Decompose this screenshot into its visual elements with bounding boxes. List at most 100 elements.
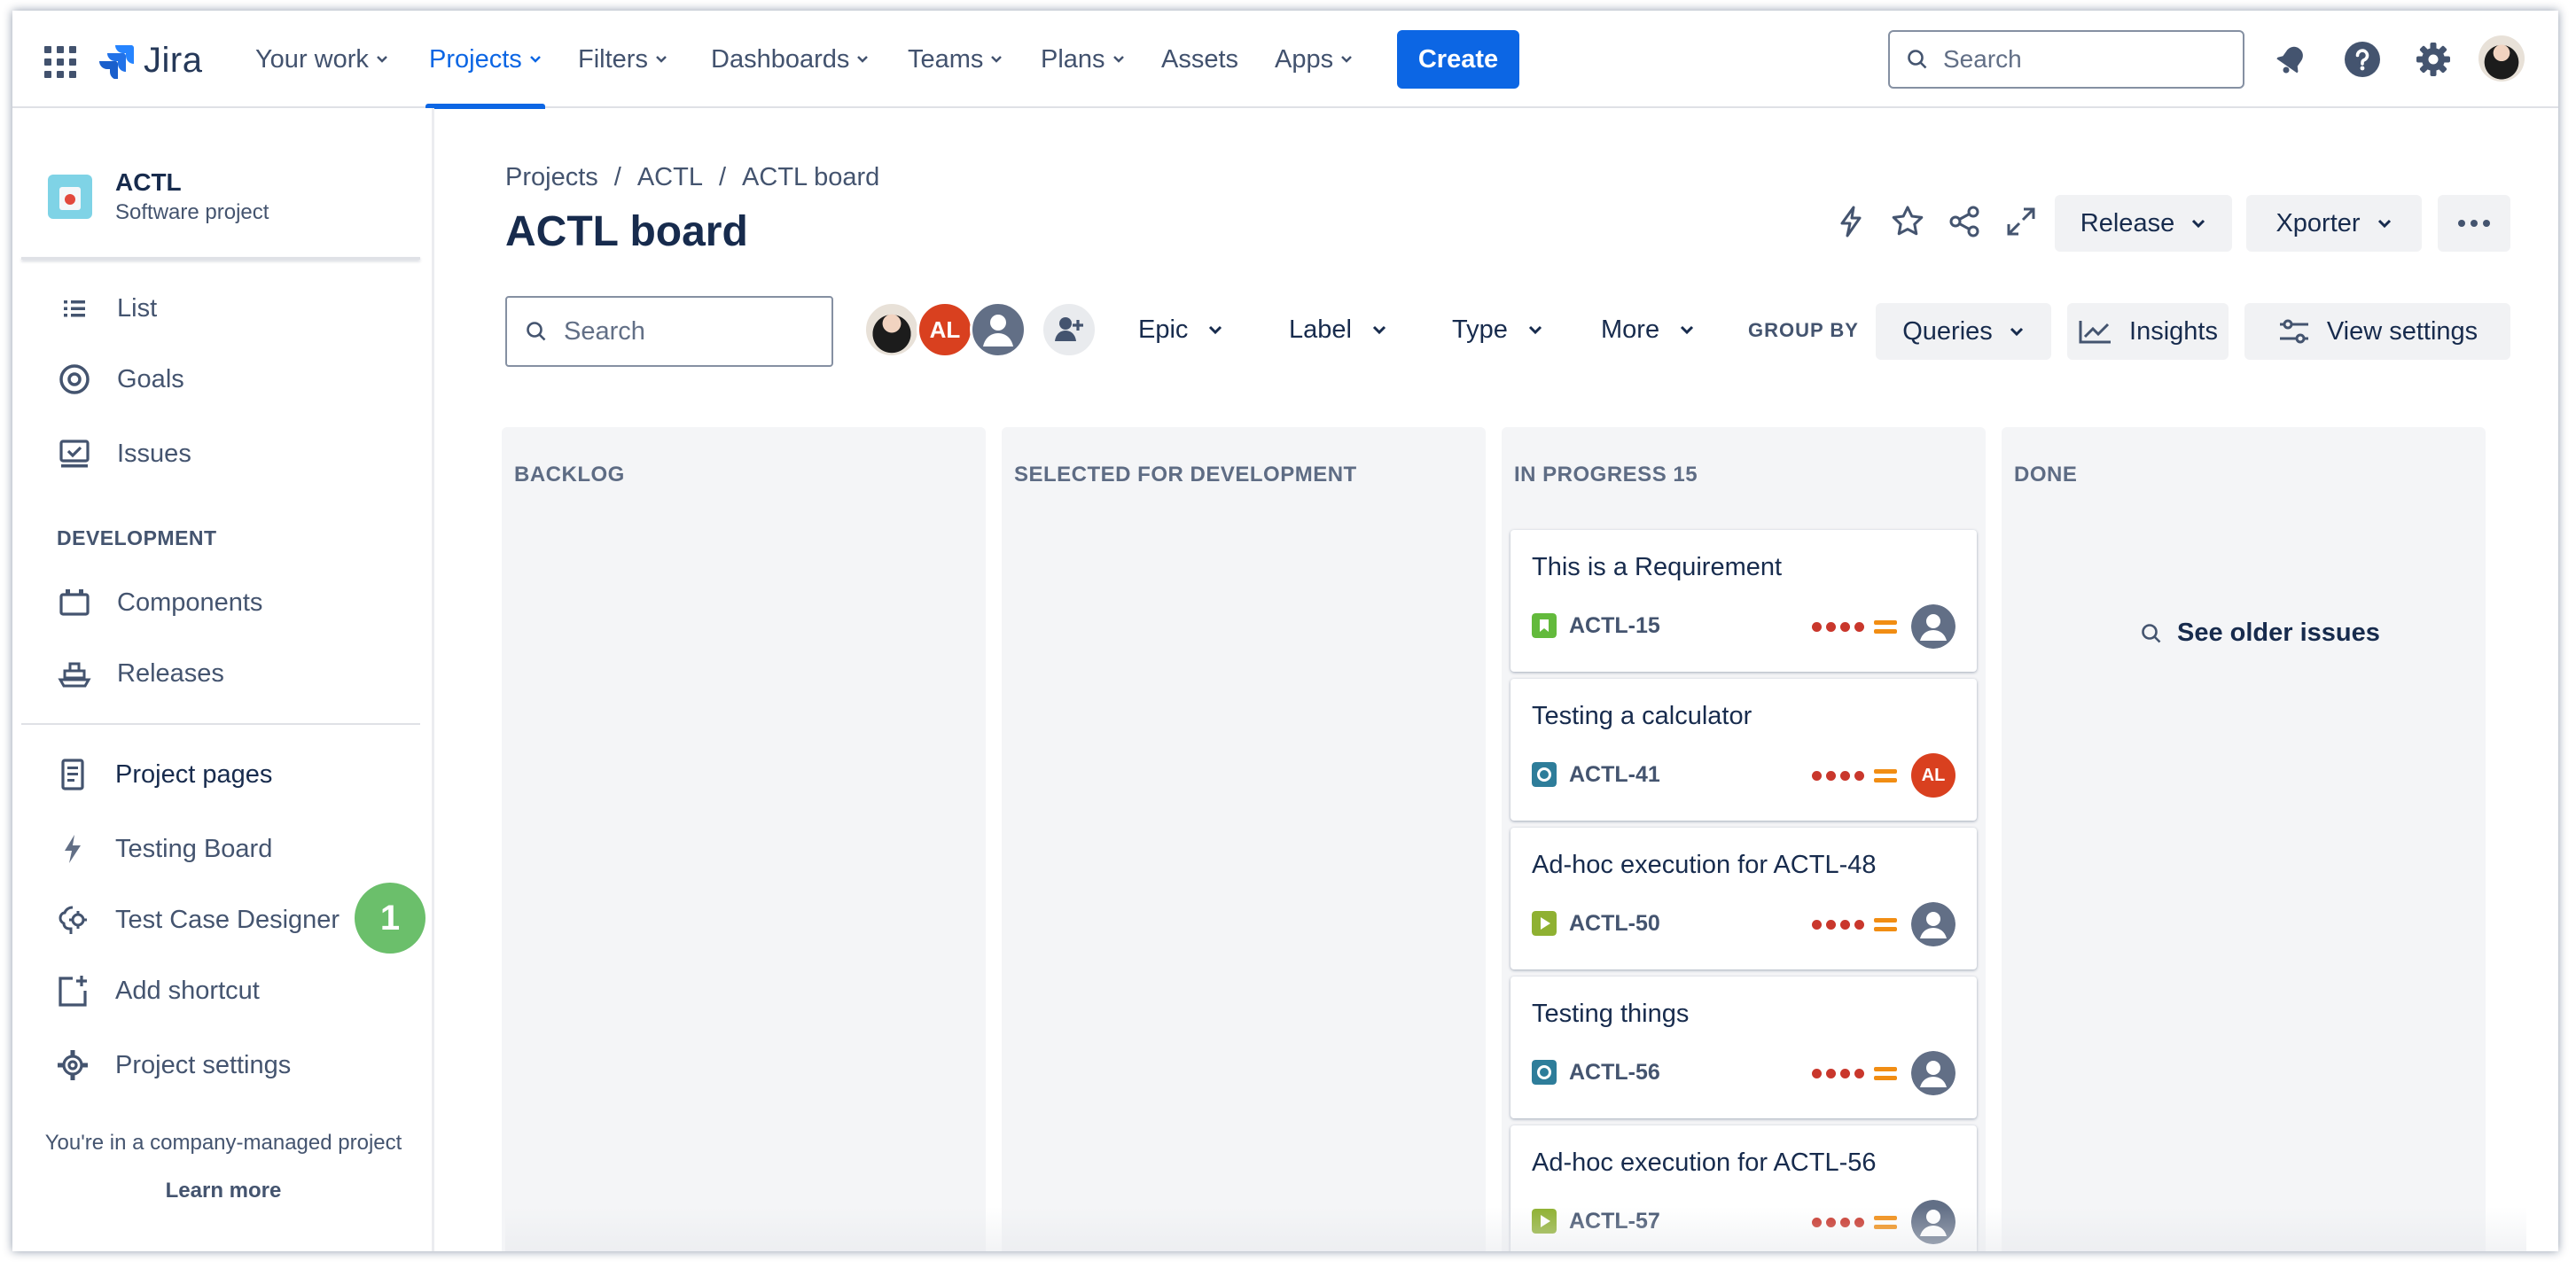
user-avatar[interactable] — [2478, 35, 2525, 82]
label-filter[interactable]: Label — [1289, 307, 1387, 353]
filter-label: Type — [1452, 315, 1508, 344]
nav-label: Filters — [578, 44, 648, 74]
avatar-filter-unassigned[interactable] — [970, 301, 1026, 358]
issue-key-row: ACTL-50 — [1532, 909, 1660, 938]
story-bookmark-icon — [1532, 613, 1557, 638]
board-search-input[interactable]: Search — [505, 296, 833, 367]
view-settings-label: View settings — [2326, 316, 2478, 346]
breadcrumb-actl[interactable]: ACTL — [637, 163, 703, 192]
nav-apps[interactable]: Apps — [1275, 11, 1353, 108]
nav-plans[interactable]: Plans — [1041, 11, 1125, 108]
breadcrumb-separator: / — [613, 163, 621, 191]
epic-filter[interactable]: Epic — [1138, 307, 1223, 353]
sidebar-item-releases[interactable]: Releases — [57, 649, 224, 698]
more-actions-button[interactable] — [2438, 195, 2510, 252]
xporter-button[interactable]: Xporter — [2246, 195, 2422, 252]
breadcrumb: Projects / ACTL / ACTL board — [505, 163, 879, 192]
filter-label: More — [1601, 315, 1660, 344]
see-older-issues-link[interactable]: See older issues — [2140, 619, 2380, 648]
issue-card[interactable]: Testing a calculator ACTL-41 AL — [1510, 679, 1977, 821]
issue-card[interactable]: Ad-hoc execution for ACTL-48 ACTL-50 — [1510, 828, 1977, 969]
chevron-down-icon — [2010, 327, 2023, 337]
jira-wordmark: Jira — [144, 40, 203, 80]
create-button[interactable]: Create — [1397, 30, 1519, 89]
test-type-icon — [1532, 762, 1557, 787]
unassigned-avatar[interactable] — [1911, 902, 1955, 946]
nav-your-work[interactable]: Your work — [255, 11, 388, 108]
search-icon — [2142, 623, 2161, 642]
group-by-label: GROUP BY — [1748, 319, 1859, 341]
group-by-select[interactable]: Queries — [1876, 303, 2051, 360]
issue-key[interactable]: ACTL-56 — [1569, 1060, 1660, 1086]
sidebar-item-list[interactable]: List — [57, 284, 157, 333]
breadcrumb-actl-board[interactable]: ACTL board — [742, 163, 879, 192]
nav-teams[interactable]: Teams — [908, 11, 1003, 108]
goal-target-icon — [59, 364, 90, 394]
issue-card[interactable]: Testing things ACTL-56 — [1510, 977, 1977, 1118]
divider — [21, 723, 420, 725]
help-icon[interactable] — [2340, 37, 2385, 82]
release-button[interactable]: Release — [2055, 195, 2232, 252]
nav-label: Assets — [1161, 44, 1239, 74]
issue-key[interactable]: ACTL-50 — [1569, 911, 1660, 937]
star-icon[interactable] — [1886, 200, 1929, 243]
sidebar-item-test-case-designer[interactable]: Test Case Designer — [55, 895, 340, 945]
issue-key[interactable]: ACTL-41 — [1569, 762, 1660, 788]
avatar-filter-al[interactable]: AL — [917, 301, 973, 358]
issue-card[interactable]: This is a Requirement ACTL-15 — [1510, 530, 1977, 672]
chevron-down-icon — [991, 56, 1003, 63]
sidebar-item-issues[interactable]: Issues — [57, 429, 191, 479]
nav-dashboards[interactable]: Dashboards — [711, 11, 869, 108]
priority-highest-icon — [1812, 1069, 1864, 1078]
breadcrumb-projects[interactable]: Projects — [505, 163, 598, 192]
chevron-down-icon — [857, 56, 869, 63]
settings-gear-icon[interactable] — [2411, 37, 2455, 82]
priority-highest-icon — [1812, 771, 1864, 781]
view-settings-button[interactable]: View settings — [2244, 303, 2510, 360]
chevron-down-icon — [656, 56, 667, 63]
sidebar-item-label: Test Case Designer — [115, 905, 340, 934]
assignee-avatar[interactable]: AL — [1911, 753, 1955, 798]
release-label: Release — [2080, 208, 2175, 237]
share-icon[interactable] — [1943, 200, 1986, 243]
sidebar-item-testing-board[interactable]: Testing Board — [55, 824, 272, 874]
learn-more-link[interactable]: Learn more — [12, 1179, 434, 1203]
sidebar-item-goals[interactable]: Goals — [57, 354, 184, 404]
project-avatar-icon — [48, 175, 92, 219]
top-navigation: Jira Your work Projects Filters Dashboar… — [12, 11, 2558, 109]
more-filter[interactable]: More — [1601, 307, 1695, 353]
app-switcher-icon[interactable] — [44, 46, 76, 78]
chevron-down-icon — [1372, 325, 1386, 335]
nav-projects[interactable]: Projects — [425, 11, 545, 109]
sidebar-item-add-shortcut[interactable]: Add shortcut — [55, 966, 260, 1016]
sidebar-item-project-settings[interactable]: Project settings — [55, 1040, 291, 1090]
list-icon — [64, 300, 85, 317]
global-search-input[interactable]: Search — [1888, 30, 2244, 89]
type-filter[interactable]: Type — [1452, 307, 1543, 353]
sidebar-item-components[interactable]: Components — [57, 578, 262, 627]
unassigned-avatar[interactable] — [1911, 1051, 1955, 1095]
chevron-down-icon — [2192, 219, 2205, 229]
insights-button[interactable]: Insights — [2067, 303, 2229, 360]
sidebar-item-label: Components — [117, 588, 263, 617]
nav-label: Apps — [1275, 44, 1334, 74]
issue-key[interactable]: ACTL-15 — [1569, 613, 1660, 639]
add-shortcut-icon — [59, 976, 87, 1007]
project-header[interactable]: ACTL Software project — [48, 168, 269, 224]
nav-assets[interactable]: Assets — [1161, 11, 1238, 108]
sidebar-item-label: Project pages — [115, 759, 273, 789]
add-people-button[interactable] — [1041, 301, 1097, 358]
notifications-bell-icon[interactable] — [2269, 37, 2314, 82]
automation-lightning-icon[interactable] — [1830, 200, 1872, 243]
components-icon — [59, 589, 90, 616]
column-done: DONE — [2002, 427, 2486, 1251]
see-older-label: See older issues — [2177, 619, 2380, 647]
nav-filters[interactable]: Filters — [578, 11, 667, 108]
unassigned-avatar[interactable] — [1911, 604, 1955, 649]
fullscreen-expand-icon[interactable] — [2000, 200, 2042, 243]
avatar-filter-user-1[interactable] — [863, 301, 920, 358]
jira-logo[interactable]: Jira — [98, 41, 202, 80]
issue-key-row: ACTL-15 — [1532, 611, 1660, 640]
insights-label: Insights — [2129, 316, 2218, 346]
sidebar-item-project-pages[interactable]: Project pages — [55, 750, 272, 799]
